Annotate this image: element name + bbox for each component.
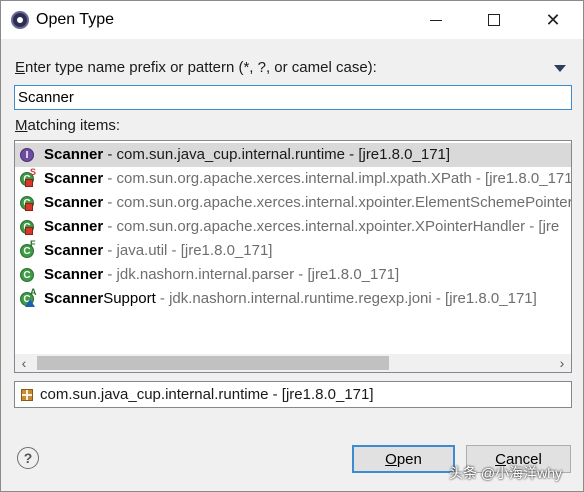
open-type-dialog: Open Type ✕ Enter type name prefix or pa… [0, 0, 584, 492]
item-text: Scanner - com.sun.org.apache.xerces.inte… [44, 215, 559, 239]
private-overlay-icon [25, 179, 33, 187]
type-name: Scanner [44, 146, 104, 163]
private-overlay-icon [25, 227, 33, 235]
type-name: Scanner [44, 170, 104, 187]
list-item[interactable]: Scanner - com.sun.java_cup.internal.runt… [15, 143, 571, 167]
type-name-prompt-label: Enter type name prefix or pattern (*, ?,… [15, 59, 377, 76]
minimize-icon [430, 19, 442, 21]
open-button[interactable]: Open [352, 445, 455, 473]
type-qualifier: - com.sun.org.apache.xerces.internal.xpo… [103, 218, 560, 235]
scroll-left-icon[interactable]: ‹ [15, 354, 33, 372]
type-qualifier: - java.util - [jre1.8.0_171] [103, 242, 273, 259]
type-name: Scanner [44, 194, 104, 211]
eclipse-icon [11, 11, 29, 29]
minimize-button[interactable] [411, 1, 461, 39]
open-accel: O [385, 450, 397, 468]
type-qualifier: - com.sun.org.apache.xerces.internal.xpo… [103, 194, 571, 211]
static-badge-icon: S [30, 167, 37, 177]
final-badge-icon: F [30, 239, 36, 249]
item-text: Scanner - jdk.nashorn.internal.parser - … [44, 263, 399, 287]
open-label: pen [396, 450, 422, 468]
list-item[interactable]: S Scanner - com.sun.org.apache.xerces.in… [15, 167, 571, 191]
details-panel: com.sun.java_cup.internal.runtime - [jre… [14, 381, 572, 408]
matching-items-label: Matching items: [15, 117, 120, 134]
item-text: Scanner - com.sun.java_cup.internal.runt… [44, 143, 450, 167]
scrollbar-thumb[interactable] [37, 356, 389, 370]
list-item[interactable]: Scanner - com.sun.org.apache.xerces.inte… [15, 191, 571, 215]
maximize-button[interactable] [469, 1, 519, 39]
type-name: Scanner [44, 218, 104, 235]
horizontal-scrollbar[interactable]: ‹ › [15, 354, 571, 372]
title-bar: Open Type ✕ [1, 1, 583, 39]
item-text: Scanner - com.sun.org.apache.xerces.inte… [44, 167, 571, 191]
close-button[interactable]: ✕ [528, 1, 578, 39]
item-text: Scanner - com.sun.org.apache.xerces.inte… [44, 191, 571, 215]
matching-label-text: atching items: [27, 117, 121, 134]
item-text: ScannerSupport - jdk.nashorn.internal.ru… [44, 287, 537, 311]
matching-items-list[interactable]: Scanner - com.sun.java_cup.internal.runt… [14, 140, 572, 373]
type-qualifier: - jdk.nashorn.internal.runtime.regexp.jo… [155, 290, 537, 307]
type-name: ScannerSupport [44, 290, 156, 307]
view-menu-dropdown-icon[interactable] [554, 65, 566, 72]
scroll-right-icon[interactable]: › [553, 354, 571, 372]
list-item[interactable]: Scanner - com.sun.org.apache.xerces.inte… [15, 215, 571, 239]
type-name-match: Scanner [44, 290, 104, 307]
type-search-input[interactable] [14, 85, 572, 110]
maximize-icon [488, 14, 500, 26]
type-name: Scanner [44, 242, 104, 259]
type-qualifier: - com.sun.java_cup.internal.runtime - [j… [103, 146, 451, 163]
abstract-badge-icon: A [30, 287, 37, 297]
watermark: 头条 @小海洋why [449, 465, 562, 481]
matching-accel: M [15, 117, 28, 134]
protected-overlay-icon [25, 299, 35, 307]
type-name: Scanner [44, 266, 104, 283]
help-icon[interactable]: ? [17, 447, 39, 469]
prompt-accel: E [15, 59, 26, 76]
list-item[interactable]: A ScannerSupport - jdk.nashorn.internal.… [15, 287, 571, 311]
type-qualifier: - jdk.nashorn.internal.parser - [jre1.8.… [103, 266, 400, 283]
interface-icon [20, 144, 34, 167]
details-text: com.sun.java_cup.internal.runtime - [jre… [40, 386, 374, 403]
list-item[interactable]: Scanner - jdk.nashorn.internal.parser - … [15, 263, 571, 287]
close-icon: ✕ [545, 9, 561, 30]
type-qualifier: - com.sun.org.apache.xerces.internal.imp… [103, 170, 571, 187]
item-text: Scanner - java.util - [jre1.8.0_171] [44, 239, 272, 263]
window-title: Open Type [36, 11, 114, 28]
class-icon [20, 264, 34, 287]
prompt-label-text: nter type name prefix or pattern (*, ?, … [25, 59, 377, 76]
package-icon [21, 389, 33, 401]
list-item[interactable]: F Scanner - java.util - [jre1.8.0_171] [15, 239, 571, 263]
type-name-rest: Support [103, 290, 156, 307]
private-overlay-icon [25, 203, 33, 211]
